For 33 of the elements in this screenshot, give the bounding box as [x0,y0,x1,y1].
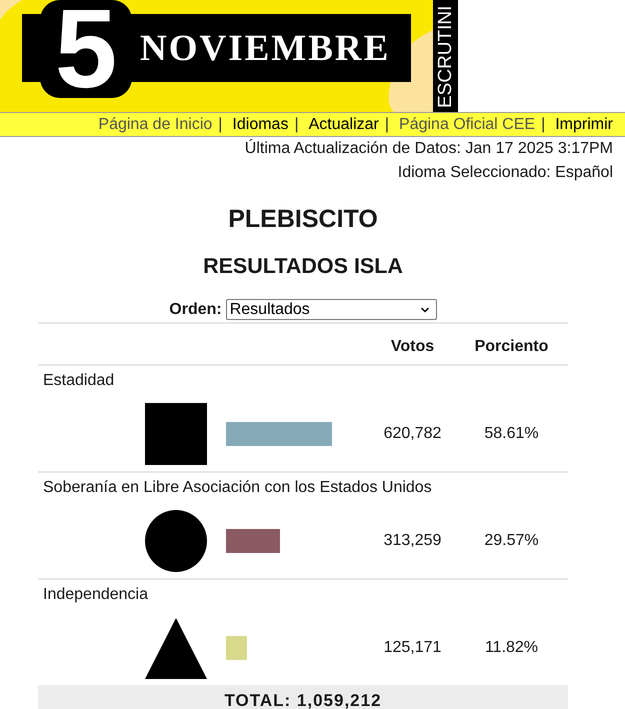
column-header: Votos [390,338,434,355]
nav-link[interactable]: Página Oficial CEE [399,114,536,134]
column-header: Porciento [474,338,548,355]
nav-link[interactable]: Idiomas [232,114,288,134]
logo-title: NOVIEMBRE [140,30,390,66]
vertical-title: ESCRUTINI [433,0,458,112]
order-label: Orden: [169,300,222,320]
total-text: TOTAL: 1,059,212 [224,690,382,709]
page-subtitle: RESULTADOS ISLA [203,254,403,278]
last-update-text: Última Actualización de Datos: Jan 17 2025 3:17PM [244,140,613,157]
triangle-icon [145,618,207,678]
option-name: Estadidad [43,372,114,389]
nav-separator: | [384,114,390,134]
nav-separator: | [294,114,299,134]
order-select[interactable]: Resultados [226,299,437,320]
nav-link[interactable]: Imprimir [555,114,613,134]
square-icon [145,403,207,465]
option-name: Soberanía en Libre Asociación con los Estados Unidos [43,479,432,496]
nav-link[interactable]: Actualizar [308,114,379,134]
logo-number: 5 [40,0,132,98]
background-blob [0,0,22,20]
page-title: PLEBISCITO [228,205,378,233]
votes-cell: 620,782 [384,425,442,442]
option-name: Independencia [43,586,148,603]
votes-cell: 125,171 [384,639,442,656]
votes-cell: 313,259 [384,532,442,549]
selected-language-text: Idioma Seleccionado: Español [398,164,613,181]
nav-link[interactable]: Página de Inicio [98,114,212,134]
percent-cell: 11.82% [484,639,538,656]
nav-separator: | [541,114,546,134]
nav-separator: | [218,114,222,134]
percent-cell: 29.57% [484,532,539,549]
percent-cell: 58.61% [484,425,539,442]
